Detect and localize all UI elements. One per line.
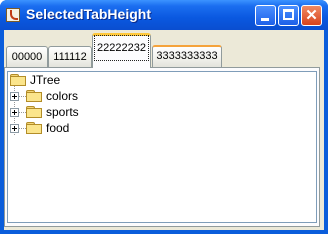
tab-label: 00000 — [11, 51, 43, 63]
jtree[interactable]: JTree colors sports food — [7, 71, 317, 223]
tab-111112[interactable]: 111112 — [48, 46, 92, 67]
java-cup-icon[interactable] — [6, 8, 20, 22]
tab-label: 3333333333 — [156, 50, 218, 62]
tree-node-label: JTree — [30, 73, 61, 87]
tab-22222232[interactable]: 22222232 — [92, 33, 151, 68]
title-bar[interactable]: SelectedTabHeight ✕ — [0, 0, 328, 30]
minimize-button[interactable] — [255, 5, 276, 26]
folder-icon — [26, 90, 42, 102]
tab-label: 22222232 — [94, 35, 149, 61]
expand-toggle-icon[interactable] — [10, 92, 19, 101]
tab-content-panel: JTree colors sports food — [4, 67, 320, 227]
expand-toggle-icon[interactable] — [10, 108, 19, 117]
window-title: SelectedTabHeight — [26, 6, 151, 22]
folder-icon — [26, 122, 42, 134]
folder-icon — [26, 106, 42, 118]
tab-label: 111112 — [53, 51, 87, 63]
tree-node-label: food — [46, 121, 70, 135]
tab-00000[interactable]: 00000 — [6, 46, 48, 67]
tab-3333333333[interactable]: 3333333333 — [152, 45, 222, 67]
tree-node-label: colors — [46, 89, 79, 103]
app-window: SelectedTabHeight ✕ 00000 111112 2222223… — [0, 0, 328, 234]
tree-node-label: sports — [46, 105, 79, 119]
close-button[interactable]: ✕ — [301, 5, 322, 26]
open-folder-icon — [10, 74, 26, 86]
maximize-button[interactable] — [278, 5, 299, 26]
expand-toggle-icon[interactable] — [10, 124, 19, 133]
close-icon: ✕ — [305, 7, 318, 24]
